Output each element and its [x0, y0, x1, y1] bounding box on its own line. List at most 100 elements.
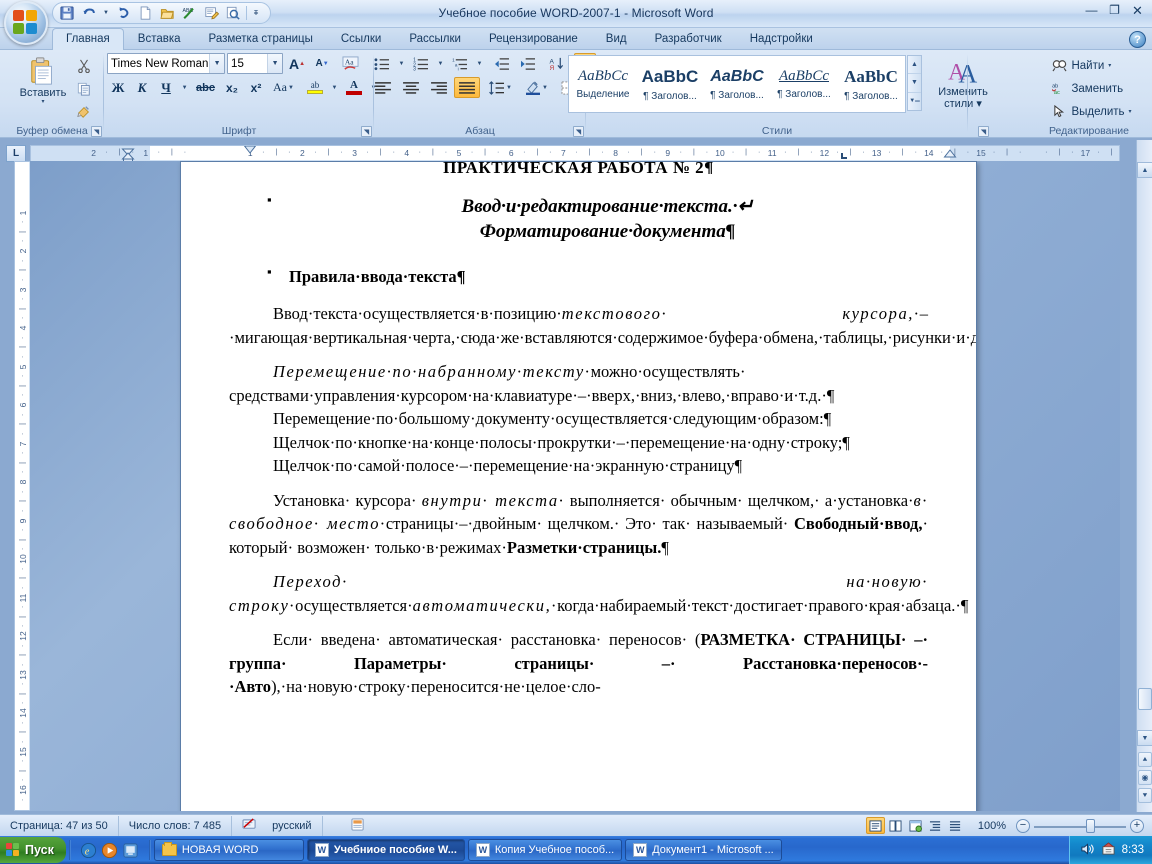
style-item-3[interactable]: AaBbCc ¶ Заголов... — [771, 57, 837, 111]
document-paragraph[interactable]: Если· введена· автоматическая· расстанов… — [229, 628, 928, 699]
macro-record-icon[interactable] — [351, 817, 365, 834]
status-language[interactable]: русский — [232, 815, 323, 836]
strikethrough-button[interactable]: abc — [192, 77, 219, 98]
clear-formatting-button[interactable]: Aa — [338, 53, 363, 74]
internet-explorer-icon[interactable]: e — [80, 841, 98, 859]
spelling-icon[interactable]: ABC — [179, 4, 199, 23]
tab-insert[interactable]: Вставка — [124, 28, 195, 50]
taskbar-item[interactable]: W Учебниое пособие W... — [306, 839, 465, 861]
italic-button[interactable]: К — [131, 77, 153, 98]
document-paragraph[interactable]: Переход· на·новую· строку·осуществляется… — [229, 570, 968, 617]
tab-review[interactable]: Рецензирование — [475, 28, 592, 50]
styles-scroll-down-icon[interactable]: ▼ — [908, 74, 921, 93]
clipboard-dialog-launcher[interactable]: ◥ — [91, 126, 102, 137]
multilevel-dropdown-icon[interactable]: ▼ — [474, 53, 485, 74]
vertical-scrollbar[interactable]: ▲ ▼ ⯅ ◉ ⯆ — [1136, 140, 1152, 812]
help-icon[interactable]: ? — [1129, 31, 1146, 48]
zoom-slider-thumb[interactable] — [1086, 818, 1095, 833]
vertical-ruler[interactable]: 1 · | · 2 · | · 3 · | · 4 · | · 5 · | · 6 · | · 7 · | · 8 · | · 9 · | · 10 · |… — [14, 161, 30, 811]
scrollbar-thumb[interactable] — [1138, 688, 1152, 710]
office-button[interactable] — [4, 1, 48, 45]
document-paragraph[interactable]: Перемещение·по·набранному·тексту·можно·о… — [229, 360, 928, 407]
status-page[interactable]: Страница: 47 из 50 — [0, 815, 119, 836]
tab-stop-selector[interactable]: L — [6, 145, 26, 162]
document-body[interactable]: Ввод·текста·осуществляется·в·позицию·тек… — [229, 302, 976, 699]
bullets-dropdown-icon[interactable]: ▼ — [396, 53, 407, 74]
style-item-4[interactable]: AaBbC ¶ Заголов... — [838, 57, 904, 111]
increase-indent-button[interactable] — [516, 53, 540, 74]
zoom-out-button[interactable]: − — [1016, 818, 1030, 833]
highlight-dropdown-icon[interactable]: ▼ — [329, 77, 340, 98]
taskbar-item[interactable]: НОВАЯ WORD — [153, 839, 304, 861]
document-paragraph[interactable]: Установка· курсора· внутри· текста· выпо… — [229, 489, 928, 560]
status-macro[interactable] — [323, 816, 375, 836]
font-size-dropdown-icon[interactable]: ▼ — [267, 54, 283, 73]
highlight-button[interactable]: ab — [303, 77, 327, 98]
styles-dialog-launcher[interactable]: ◥ — [978, 126, 989, 137]
print-preview-icon[interactable] — [223, 4, 243, 23]
style-item-1[interactable]: AaBbC ¶ Заголов... — [637, 57, 703, 111]
paste-button[interactable]: Вставить ▾ — [15, 53, 71, 107]
view-draft-button[interactable] — [946, 817, 965, 834]
shrink-font-button[interactable]: A ▼ — [311, 53, 333, 74]
undo-dropdown-icon[interactable]: ▼ — [101, 4, 111, 23]
scroll-down-button[interactable]: ▼ — [1137, 730, 1152, 746]
style-item-2[interactable]: AaBbC ¶ Заголов... — [704, 57, 770, 111]
align-center-button[interactable] — [398, 77, 424, 98]
tab-stop-marker[interactable] — [840, 152, 849, 161]
paragraph-dialog-launcher[interactable]: ◥ — [573, 126, 584, 137]
bold-button[interactable]: Ж — [107, 77, 129, 98]
numbering-dropdown-icon[interactable]: ▼ — [435, 53, 446, 74]
line-spacing-button[interactable]: ▼ — [485, 77, 516, 98]
tab-view[interactable]: Вид — [592, 28, 641, 50]
align-justify-button[interactable] — [454, 77, 480, 98]
font-color-button[interactable]: A — [342, 77, 366, 98]
decrease-indent-button[interactable] — [490, 53, 514, 74]
font-dialog-launcher[interactable]: ◥ — [361, 126, 372, 137]
shading-button[interactable]: ▼ — [521, 77, 552, 98]
copy-icon[interactable] — [73, 78, 95, 99]
select-button[interactable]: Выделить ▾ — [1047, 101, 1136, 122]
tab-home[interactable]: Главная — [52, 28, 124, 50]
font-name-combo[interactable]: Times New Roman ▼ — [107, 53, 226, 74]
right-indent-marker[interactable] — [943, 149, 957, 161]
minimize-button[interactable]: — — [1081, 1, 1102, 19]
styles-more-icon[interactable]: ▼ ▁ — [908, 93, 921, 110]
document-canvas[interactable]: ПРАКТИЧЕСКАЯ РАБОТА № 2¶ Ввод·и·редактир… — [30, 161, 1120, 811]
find-dropdown-icon[interactable]: ▾ — [1108, 62, 1111, 69]
styles-gallery-scrollbar[interactable]: ▲ ▼ ▼ ▁ — [907, 55, 922, 111]
document-page[interactable]: ПРАКТИЧЕСКАЯ РАБОТА № 2¶ Ввод·и·редактир… — [180, 161, 977, 811]
zoom-in-button[interactable]: + — [1130, 818, 1144, 833]
numbering-button[interactable]: 123 — [409, 53, 433, 74]
style-item-0[interactable]: AaBbCc Выделение — [570, 57, 636, 111]
horizontal-ruler[interactable]: 2·|·1·|·1·|·2·|·3·|·4·|·5·|·6·|·7·|·8·|·… — [30, 145, 1120, 161]
media-player-icon[interactable] — [101, 841, 119, 859]
open-icon[interactable] — [157, 4, 177, 23]
font-size-combo[interactable]: 15 ▼ — [227, 53, 284, 74]
customize-qat-icon[interactable]: ⩨ — [250, 4, 262, 23]
spelling-errors-icon[interactable] — [242, 817, 257, 834]
align-left-button[interactable] — [370, 77, 396, 98]
new-document-icon[interactable] — [135, 4, 155, 23]
redo-icon[interactable] — [113, 4, 133, 23]
select-browse-object-button[interactable]: ◉ — [1138, 770, 1152, 785]
zoom-slider[interactable] — [1034, 818, 1126, 833]
save-icon[interactable] — [57, 4, 77, 23]
undo-icon[interactable] — [79, 4, 99, 23]
document-paragraph[interactable]: Щелчок·по·кнопке·на·конце·полосы·прокрут… — [229, 431, 928, 455]
tab-addins[interactable]: Надстройки — [736, 28, 827, 50]
start-button[interactable]: Пуск — [0, 837, 66, 863]
change-styles-button[interactable]: A A Изменить стили ▾ — [932, 55, 994, 111]
zoom-level-label[interactable]: 100% — [978, 820, 1006, 832]
tab-mailings[interactable]: Рассылки — [395, 28, 475, 50]
tab-developer[interactable]: Разработчик — [641, 28, 736, 50]
document-paragraph[interactable]: Щелчок·по·самой·полосе·–·перемещение·на·… — [229, 454, 928, 478]
taskbar-clock[interactable]: 8:33 — [1122, 844, 1144, 856]
scroll-up-button[interactable]: ▲ — [1137, 162, 1152, 178]
format-painter-icon[interactable] — [73, 101, 95, 122]
align-right-button[interactable] — [426, 77, 452, 98]
taskbar-item[interactable]: W Документ1 - Microsoft ... — [625, 839, 782, 861]
status-word-count[interactable]: Число слов: 7 485 — [119, 815, 233, 836]
underline-button[interactable]: Ч — [155, 77, 177, 98]
view-full-screen-reading-button[interactable] — [886, 817, 905, 834]
